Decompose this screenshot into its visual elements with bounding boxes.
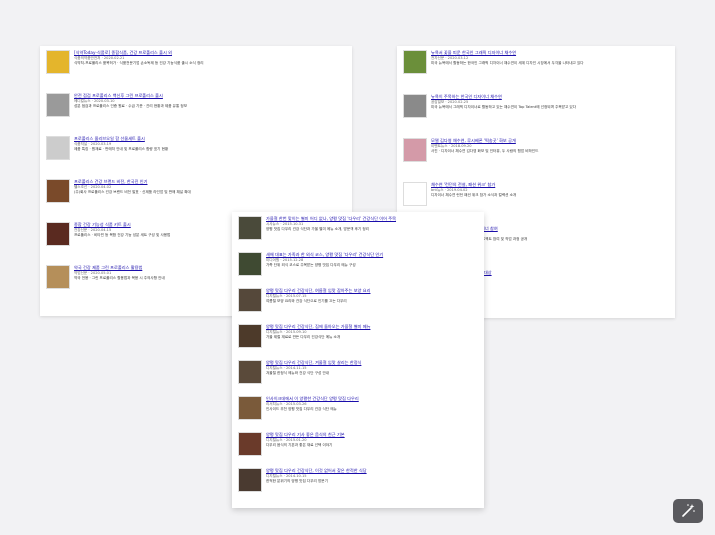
search-result-item[interactable]: 모델 김다영 채수연, 루시베폰 '떡송곳' 화보 공개 이벤트뉴스 · 2018… xyxy=(403,138,669,178)
result-snippet: 가을 제철 재료로 만든 다우리 건강식단 메뉴 소개 xyxy=(266,335,341,339)
search-result-item[interactable]: 안전 점검 프로폴리스 백신후 그린 프로폴리스 출시 메디컬뉴스 · 2020.… xyxy=(46,93,346,132)
result-thumbnail[interactable] xyxy=(238,360,262,384)
result-snippet: 디자이너 채수연 런던 패션 위크 참가 소식과 컬렉션 소개 xyxy=(431,193,517,197)
search-result-item[interactable]: 인사이크데에서 이 양평한 건강식단 양평 맛집 다우리 리서치뉴스 · 2015… xyxy=(238,396,478,428)
result-thumbnail[interactable] xyxy=(403,138,427,162)
search-result-item[interactable]: 양평 맛집 다우리 건강식단, 여름철 입맛 잡아주는 보양 요리 디지털뉴스 ·… xyxy=(238,288,478,320)
result-snippet: 여름철 보양 요리와 건강 식단으로 인기를 끄는 다우리 xyxy=(266,299,347,303)
result-snippet: 겨울철 한정식 메뉴와 건강 식단 구성 안내 xyxy=(266,371,330,375)
result-thumbnail[interactable] xyxy=(46,265,70,289)
result-snippet: 가족 단위 외식 코스로 주목받는 양평 맛집 다우리 메뉴 구성 xyxy=(266,263,356,267)
result-snippet: 제품 특징 · 원재료 · 판매처 안내 및 프로폴리스 함량 표기 현황 xyxy=(74,147,169,151)
result-thumbnail[interactable] xyxy=(238,396,262,420)
result-snippet: 인사이드 추천 양평 맛집 다우리 건강 식단 메뉴 xyxy=(266,407,337,411)
search-result-item[interactable]: 양평 맛집 다우리 건강식단, 겨울철 입맛 살리는 한정식 디지털뉴스 · 20… xyxy=(238,360,478,392)
search-results-card-center: 가을철 한번 맞이는 별미 어디 없나, 양평 맛집 '다우리' 건강식단 이어… xyxy=(232,212,484,508)
result-snippet: 성분 점검과 프로폴리스 인증 원료 · 수급 기준 · 관리 현황과 제품 유… xyxy=(74,104,188,108)
search-result-item[interactable]: 프로폴리스 올리브오일 함 선물세트 출시 식품저널 · 2020.03.19 제품… xyxy=(46,136,346,175)
search-result-item[interactable]: 새해 대표는 가족과 한 외식 코스, 양평 맛집 '다우리' 건강식단 인기 미… xyxy=(238,252,478,284)
result-thumbnail[interactable] xyxy=(238,468,262,492)
result-snippet: 미국 뉴욕에서 그래픽 디자이너로 활동하고 있는 채수연이 Top Talen… xyxy=(431,105,577,109)
search-result-item[interactable]: 가을철 한번 맞이는 별미 어디 없나, 양평 맛집 '다우리' 건강식단 이어… xyxy=(238,216,478,248)
result-thumbnail[interactable] xyxy=(403,94,427,118)
search-result-item[interactable]: 뉴욕서 꽃을 피운 한국인 그래픽 디자이너 채수연 전자신문 · 2020.03… xyxy=(403,50,669,90)
result-thumbnail[interactable] xyxy=(238,288,262,312)
result-snippet: 미국 뉴욕에서 활동하는 한국인 그래픽 디자이너 채수연이 세계 디자인 시장… xyxy=(431,61,584,65)
result-snippet: (주)회사 프로폴리스 건강 브랜드 비전 발표 · 신제품 라인업 및 판매 … xyxy=(74,190,191,194)
result-thumbnail[interactable] xyxy=(46,222,70,246)
result-thumbnail[interactable] xyxy=(46,179,70,203)
result-thumbnail[interactable] xyxy=(46,93,70,117)
result-thumbnail[interactable] xyxy=(46,50,70,74)
result-thumbnail[interactable] xyxy=(238,216,262,240)
result-snippet: 양평 맛집 다우리 건강 식단과 가을 별미 메뉴 소개, 방문객 후기 정리 xyxy=(266,227,369,231)
search-result-item[interactable]: 뉴욕이 주목하는 한국인 디자이너 채수연 공감일보 · 2020.02.25 미국… xyxy=(403,94,669,134)
search-result-item[interactable]: 양평 맛집 다우리 건강식단, 집에 돌아오는 가을철 별미 메뉴 디지털뉴스 ·… xyxy=(238,324,478,356)
search-result-item[interactable]: 양평 맛집 다우리 건강식단, 이것 없어서 찾은 한적한 식당 디지털뉴스 · … xyxy=(238,468,478,500)
result-snippet: 다우리 음식의 기본과 좋은 재료 선택 이야기 xyxy=(266,443,333,447)
magic-wand-icon xyxy=(682,504,695,517)
result-snippet: 한적한 분위기의 양평 맛집 다우리 방문기 xyxy=(266,479,328,483)
result-thumbnail[interactable] xyxy=(403,182,427,206)
result-snippet: 사진 · 디자이너 채수연 김다영 화보 및 인터뷰, 두 사람의 협업 비하인… xyxy=(431,149,539,153)
result-thumbnail[interactable] xyxy=(46,136,70,160)
search-result-item[interactable]: [식약Today-식품로] 종합식품, 건강 프로폴리스 출시 외 식품의약품안전… xyxy=(46,50,346,89)
result-thumbnail[interactable] xyxy=(238,324,262,348)
result-thumbnail[interactable] xyxy=(403,50,427,74)
magic-wand-button[interactable] xyxy=(673,499,703,523)
result-thumbnail[interactable] xyxy=(238,432,262,456)
result-snippet: 식약처-프로폴리스 품목허가 · 식품전문기업 손소독제 등 건강 기능식품 출… xyxy=(74,61,204,65)
result-thumbnail[interactable] xyxy=(238,252,262,276)
search-result-item[interactable]: 양평 맛집 다우리 기사 좋은 음식의 친근 기본 디지털뉴스 · 2015.01… xyxy=(238,432,478,464)
